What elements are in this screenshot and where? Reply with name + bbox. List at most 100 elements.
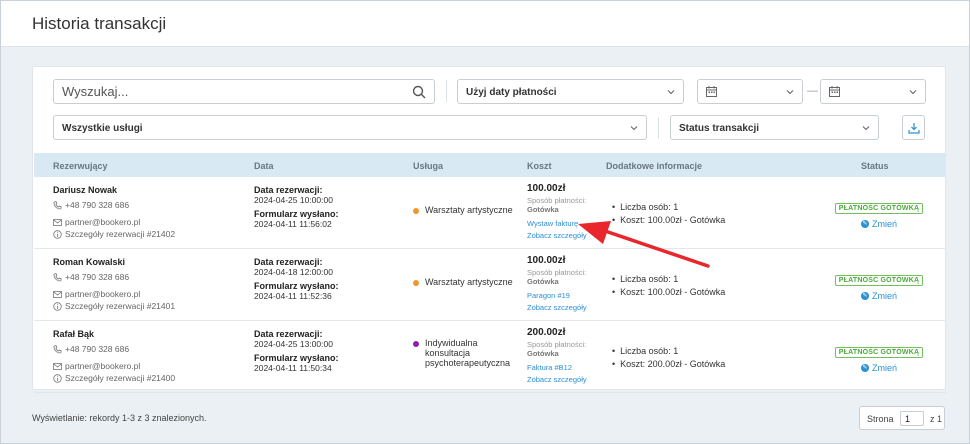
reservation-details-link[interactable]: Szczegóły rezerwacji #21401 [53,301,243,311]
form-sent-label: Formularz wysłano: [254,281,339,291]
reservation-date-value: 2024-04-25 10:00:00 [254,195,333,205]
date-from-select[interactable] [697,79,803,104]
form-sent-label: Formularz wysłano: [254,353,339,363]
payment-method-label: Sposób płatności: [527,268,587,277]
service-cell: Warsztaty artystyczne [413,205,518,215]
phone-text: +48 790 328 686 [65,344,130,354]
reservation-date-value: 2024-04-18 12:00:00 [254,267,333,277]
view-details-link[interactable]: Zobacz szczegóły [527,375,602,384]
reservation-details-link[interactable]: Szczegóły rezerwacji #21400 [53,373,243,383]
view-details-link[interactable]: Zobacz szczegóły [527,303,602,312]
service-name: Warsztaty artystyczne [425,205,513,215]
change-status-button[interactable]: ✎ Zmień [824,219,934,229]
price-value: 200.00zł [527,327,566,338]
services-select[interactable]: Wszystkie usługi [53,115,647,140]
document-link[interactable]: Paragon #19 [527,291,602,300]
edit-icon: ✎ [860,292,869,300]
search-input[interactable] [62,84,402,99]
status-cell: PŁATNOŚĆ GOTÓWKĄ ✎ Zmień [824,269,934,301]
col-service[interactable]: Usługa [413,161,443,171]
page-header: Historia transakcji [1,1,969,47]
cost-cell: 100.00zł Sposób płatności: Gotówka Paragon … [527,255,602,312]
service-cell: Indywidualna konsultacja psychoterapeuty… [413,338,518,368]
customer-name: Rafał Bąk [53,329,95,339]
col-cost[interactable]: Koszt [527,161,552,171]
customer-phone[interactable]: +48 790 328 686 [53,272,243,282]
page-input[interactable] [900,411,924,426]
change-status-button[interactable]: ✎ Zmień [824,363,934,373]
status-badge: PŁATNOŚĆ GOTÓWKĄ [834,203,924,214]
reserver-cell: Roman Kowalski +48 790 328 686 partner@boo… [53,257,243,311]
col-date[interactable]: Data [254,161,274,171]
change-status-button[interactable]: ✎ Zmień [824,291,934,301]
customer-email[interactable]: partner@bookero.pl [53,289,243,299]
envelope-icon [53,362,62,370]
chevron-down-icon [909,90,917,95]
email-text: partner@bookero.pl [65,217,141,227]
col-status[interactable]: Status [861,161,889,171]
view-details-link[interactable]: Zobacz szczegóły [527,231,602,240]
email-text: partner@bookero.pl [65,361,141,371]
status-select[interactable]: Status transakcji [670,115,879,140]
phone-icon [53,272,62,281]
price-value: 100.00zł [527,183,566,194]
customer-phone[interactable]: +48 790 328 686 [53,200,243,210]
download-icon [908,123,920,134]
chevron-down-icon [630,126,638,131]
reserver-cell: Rafał Bąk +48 790 328 686 partner@bookero.… [53,329,243,383]
col-reserver[interactable]: Rezerwujący [53,161,108,171]
reservation-date-label: Data rezerwacji: [254,185,323,195]
phone-text: +48 790 328 686 [65,272,130,282]
payment-method-label: Sposób płatności: [527,196,587,205]
info-icon [53,229,62,239]
service-color-dot [413,341,419,347]
page-title: Historia transakcji [32,14,167,33]
customer-phone[interactable]: +48 790 328 686 [53,344,243,354]
filter-divider [446,80,447,102]
details-text: Szczegóły rezerwacji #21401 [65,301,176,311]
reservation-date-label: Data rezerwacji: [254,257,323,267]
date-cell: Data rezerwacji: 2024-04-25 13:00:00 Formu… [254,329,404,377]
info-icon [53,373,62,383]
service-name: Warsztaty artystyczne [425,277,513,287]
search-box[interactable] [53,79,435,104]
download-button[interactable] [902,115,925,140]
form-sent-value: 2024-04-11 11:52:36 [254,291,332,301]
status-badge: PŁATNOŚĆ GOTÓWKĄ [834,275,924,286]
document-link[interactable]: Faktura #B12 [527,363,602,372]
status-cell: PŁATNOŚĆ GOTÓWKĄ ✎ Zmień [824,341,934,373]
email-text: partner@bookero.pl [65,289,141,299]
envelope-icon [53,218,62,226]
page-label: Strona [867,414,894,424]
details-text: Szczegóły rezerwacji #21402 [65,229,176,239]
date-mode-select[interactable]: Użyj daty płatności [457,79,684,104]
transactions-panel: Użyj daty płatności — Wszystkie usługi S… [32,66,946,393]
table-header: Rezerwujący Data Usługa Koszt Dodatkowe … [34,153,946,177]
service-color-dot [413,280,419,286]
service-color-dot [413,208,419,214]
people-count: Liczba osób: 1 [612,274,812,284]
form-sent-value: 2024-04-11 11:56:02 [254,219,332,229]
calendar-icon [706,86,717,97]
payment-method-label: Sposób płatności: [527,340,587,349]
table-row: Roman Kowalski +48 790 328 686 partner@boo… [34,249,946,321]
change-label: Zmień [871,219,897,229]
search-icon[interactable] [412,85,426,99]
cost-cell: 200.00zł Sposób płatności: Gotówka Faktura … [527,327,602,384]
chevron-down-icon [862,126,870,131]
phone-icon [53,344,62,353]
date-to-select[interactable] [820,79,926,104]
document-link[interactable]: Wystaw fakturę [527,219,602,228]
pagination: Strona z 1 [859,406,945,430]
reservation-details-link[interactable]: Szczegóły rezerwacji #21402 [53,229,243,239]
status-cell: PŁATNOŚĆ GOTÓWKĄ ✎ Zmień [824,197,934,229]
status-value: Status transakcji [679,123,760,134]
cost-cell: 100.00zł Sposób płatności: Gotówka Wystaw f… [527,183,602,240]
service-name: Indywidualna konsultacja psychoterapeuty… [425,338,511,368]
reservation-date-value: 2024-04-25 13:00:00 [254,339,333,349]
cost-summary: Koszt: 200.00zł - Gotówka [612,359,812,369]
calendar-icon [829,86,840,97]
customer-email[interactable]: partner@bookero.pl [53,217,243,227]
col-info[interactable]: Dodatkowe informacje [606,161,702,171]
customer-email[interactable]: partner@bookero.pl [53,361,243,371]
